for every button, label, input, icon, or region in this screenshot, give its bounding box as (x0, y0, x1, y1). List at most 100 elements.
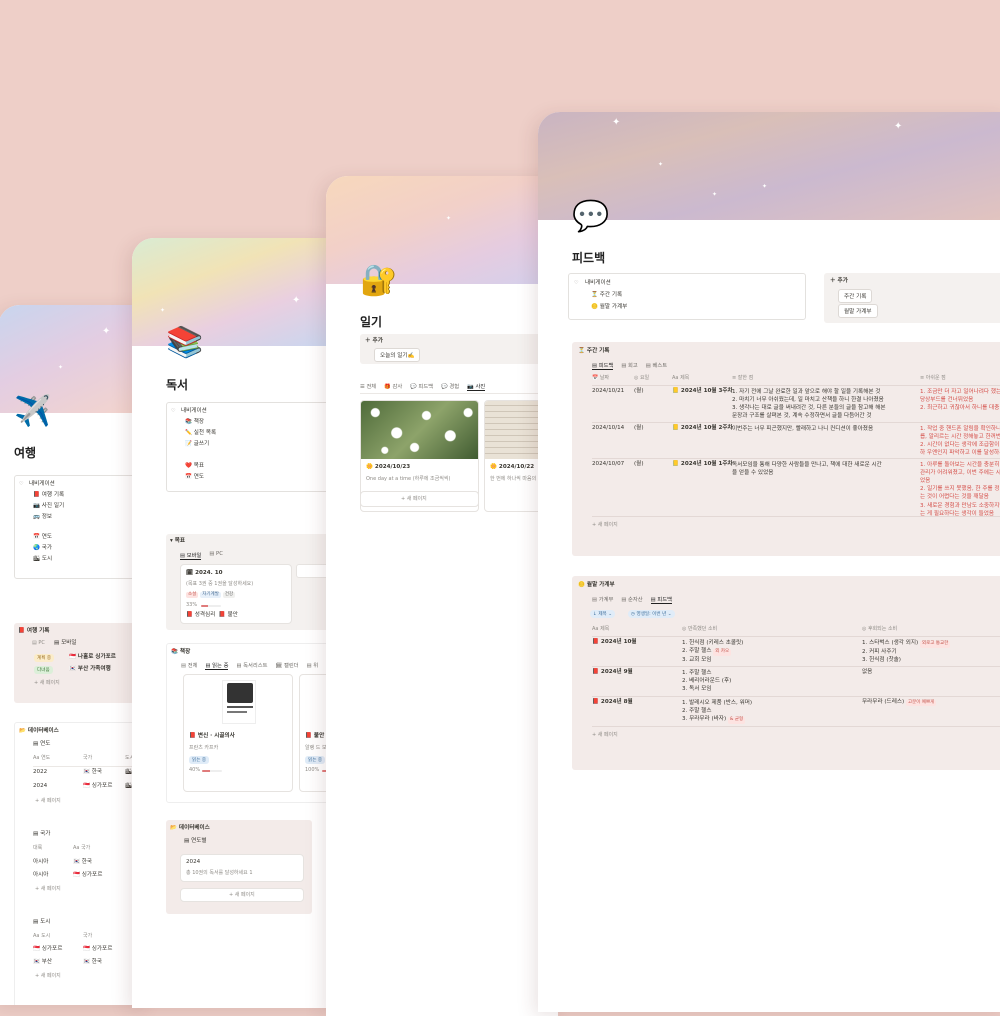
goal-section: ▾ 목표 ▤ 모바일 ▤ PC 🗓 2024. 10 (목표 3권 중 1권을 달… (166, 534, 332, 630)
bookshelf-section: 📚 책장 ▤ 전체 ▤ 읽는 중 ▤ 독서리스트 🗓 캘린더 ▤ 위 📕 변신 · 시골… (166, 643, 332, 803)
col-header: 📅 날짜 (592, 375, 610, 381)
new-page-button[interactable]: + 새 페이지 (592, 732, 618, 739)
status-badge: 읽는 중 (305, 756, 326, 764)
nav-header: 내비게이션 (585, 280, 611, 286)
nav-item-bookshelf[interactable]: 📚 책장 (185, 419, 204, 426)
goal-header[interactable]: ▾ 목표 (170, 538, 185, 545)
table-cell: 🇸🇬 싱가포르 (33, 946, 63, 952)
db-card[interactable]: 2024 총 10권의 독서를 달성하세요 1 (180, 854, 304, 882)
col-header: 대륙 (33, 845, 43, 851)
budget-tabs[interactable]: ▤ 가계부 ▤ 순자산 ▤ 피드백 (592, 595, 672, 604)
status-badge: 계획 중 (34, 654, 55, 662)
col-header: Aa 제목 (592, 626, 610, 632)
city-view[interactable]: ▤ 도시 (33, 919, 50, 926)
table-cell: 🇰🇷 한국 (73, 859, 93, 865)
diary-page: ✦ 🔐 일기 ＋ 추가 오늘의 일기✍️ ☰ 전체 🎁 감사 💬 피드백 💬 경험 📷 … (326, 176, 558, 1016)
daisy-photo (361, 401, 478, 459)
book-card[interactable]: 📕 변신 · 시골의사 프란츠 카프카 읽는 중 40% (183, 674, 293, 792)
db-view[interactable]: ▤ 연도별 (184, 838, 207, 845)
new-page-button[interactable]: + 새 페이지 (592, 522, 618, 529)
new-page-button[interactable]: + 새 페이지 (34, 680, 60, 687)
feedback-add-section: ＋ 추가 주간 기록 월말 가계부 (824, 273, 1000, 323)
weekly-header: ⏳ 주간 기록 (578, 348, 610, 354)
bookshelf-tabs[interactable]: ▤ 전체 ▤ 읽는 중 ▤ 독서리스트 🗓 캘린더 ▤ 위 (181, 661, 318, 670)
status-badge: 다녀옴 (34, 666, 53, 674)
new-page-button[interactable]: + 새 페이지 (35, 798, 61, 805)
table-cell: 아시아 (33, 859, 49, 865)
feedback-page: ✦ ✦ ✦ ✦ ✦ 💬 피드백 ♡ 내비게이션 ⏳ 주간 기록 🪙 월말 가계부 ＋ 추… (538, 112, 1000, 1012)
nav-item-practice[interactable]: ✏️ 실천 목록 (185, 430, 216, 437)
country-view[interactable]: ▤ 국가 (33, 831, 50, 838)
feedback-nav-box: ♡ 내비게이션 ⏳ 주간 기록 🪙 월말 가계부 (568, 273, 806, 320)
db-header: 📂 데이터베이스 (170, 825, 210, 831)
table-cell: 2022 (33, 769, 48, 775)
col-header: Aa 제목 (672, 375, 690, 381)
goal-progress (201, 605, 221, 607)
new-page-button[interactable]: + 새 페이지 (229, 892, 255, 899)
add-budget-button[interactable]: 월말 가계부 (838, 304, 878, 318)
books-icon: 📚 (166, 325, 204, 360)
nav-item-budget[interactable]: 🪙 월말 가계부 (591, 304, 627, 311)
reading-cover: ✦ ✦ (132, 238, 332, 346)
airplane-icon: ✈️ (14, 394, 52, 429)
record-title[interactable]: 🇸🇬 나홀로 싱가포르 (69, 654, 116, 661)
table-cell: 2024 (33, 783, 48, 789)
nav-item-goal[interactable]: ❤️ 목표 (185, 463, 204, 470)
nav-item-writing[interactable]: 📝 글쓰기 (185, 441, 209, 448)
weekly-section: ⏳ 주간 기록 ▤ 피드백 ▤ 회고 ▤ 베스트 📅 날짜 ◎ 요일 Aa 제목 ≡… (572, 342, 1000, 556)
travel-db-section: 📂 데이터베이스 ▤ 연도 Aa 연도 국가 도시 2022 🇰🇷 한국 🏙 부… (14, 722, 148, 1005)
table-cell: 🇸🇬 싱가포르 (83, 946, 113, 952)
page-title: 피드백 (572, 251, 606, 265)
col-header: ≡ 아쉬운 점 (920, 375, 946, 381)
table-cell: 🇸🇬 싱가포르 (73, 872, 103, 878)
db-header: 📂 데이터베이스 (19, 728, 59, 734)
record-title[interactable]: 🇰🇷 부산 가족여행 (69, 666, 111, 673)
col-header: ≡ 잘한 점 (732, 375, 754, 381)
nav-item-year[interactable]: 📅 연도 (185, 474, 204, 481)
travel-page: ✦ ✦ ✈️ 여행 ♡ 내비게이션 📕 여행 기록 📷 사진 일기 🚌 정보 📅 … (0, 305, 148, 1005)
book-progress (202, 770, 222, 772)
speech-bubble-icon: 💬 (572, 199, 610, 234)
new-page-button[interactable]: + 새 페이지 (401, 496, 427, 503)
goal-view-tabs[interactable]: ▤ 모바일 ▤ PC (180, 551, 223, 560)
year-view[interactable]: ▤ 연도 (33, 741, 50, 748)
col-header: ◎ 후회되는 소비 (862, 626, 898, 632)
weekly-tabs[interactable]: ▤ 피드백 ▤ 회고 ▤ 베스트 (592, 361, 667, 370)
budget-section: 🪙 월말 가계부 ▤ 가계부 ▤ 순자산 ▤ 피드백 ↓ 제목 ⌄ ◷ 영생일: 이… (572, 576, 1000, 770)
page-title: 독서 (166, 378, 189, 392)
filter-chip[interactable]: ↓ 제목 ⌄ (590, 610, 616, 618)
view-tab-mobile[interactable]: ▤ 모바일 (54, 640, 77, 647)
heart-icon: ♡ (19, 481, 24, 487)
add-weekly-button[interactable]: 주간 기록 (838, 289, 873, 303)
nav-header: 내비게이션 (181, 408, 207, 414)
col-header: 국가 (83, 755, 93, 761)
nav-item-weekly[interactable]: ⏳ 주간 기록 (591, 292, 622, 299)
diary-tabs[interactable]: ☰ 전체 🎁 감사 💬 피드백 💬 경험 📷 사진 (360, 382, 486, 391)
heart-icon: ♡ (574, 280, 579, 286)
new-page-button[interactable]: + 새 페이지 (35, 886, 61, 893)
today-diary-button[interactable]: 오늘의 일기✍️ (374, 348, 421, 362)
nav-item-travel-record[interactable]: 📕 여행 기록 (33, 492, 64, 499)
filter-chip[interactable]: ◷ 영생일: 이번 년 ⌄ (628, 610, 675, 618)
col-header: ◎ 만족했던 소비 (682, 626, 718, 632)
nav-item-info[interactable]: 🚌 정보 (33, 514, 52, 521)
nav-item-photo-diary[interactable]: 📷 사진 일기 (33, 503, 64, 510)
col-header: 국가 (83, 933, 93, 939)
bookshelf-header: 📚 책장 (171, 649, 191, 655)
status-badge: 읽는 중 (189, 756, 210, 764)
heart-icon: ♡ (171, 408, 176, 414)
reading-page: ✦ ✦ 📚 독서 ♡ 내비게이션 📚 책장 ✏️ 실천 목록 📝 글쓰기 ❤️ 목… (132, 238, 332, 1008)
nav-item-year[interactable]: 📅 연도 (33, 534, 52, 541)
add-header: ＋ 추가 (830, 278, 848, 284)
nav-item-city[interactable]: 🏙 도시 (33, 556, 52, 563)
reading-nav-box: ♡ 내비게이션 📚 책장 ✏️ 실천 목록 📝 글쓰기 ❤️ 목표 📅 연도 (166, 402, 332, 492)
table-cell: 아시아 (33, 872, 49, 878)
new-page-button[interactable]: + 새 페이지 (35, 973, 61, 980)
goal-card[interactable]: 🗓 2024. 10 (목표 3권 중 1권을 달성하세요) 소설 자기계발 건강 … (180, 564, 292, 624)
lock-key-icon: 🔐 (360, 263, 398, 298)
col-header: ◎ 요일 (634, 375, 650, 381)
page-title: 일기 (360, 315, 383, 329)
nav-item-country[interactable]: 🌏 국가 (33, 545, 52, 552)
travel-record-header: 📕 여행 기록 (18, 628, 50, 634)
view-tab-pc[interactable]: ▤ PC (32, 640, 45, 647)
